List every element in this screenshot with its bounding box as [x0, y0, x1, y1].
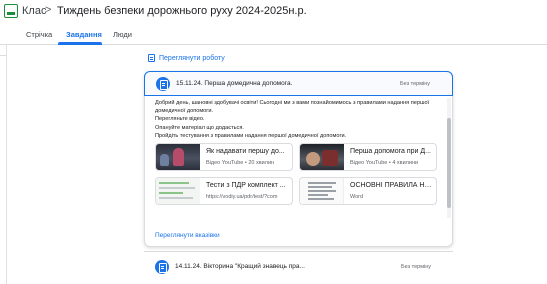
attachment-word-doc[interactable]: ОСНОВНІ ПРАВИЛА НА... Word: [299, 177, 437, 205]
description-line: Добрий день, шановні здобувачі освіти! С…: [155, 100, 430, 106]
assignment-row[interactable]: 14.11.24. Вікторина "Кращий знавець пра.…: [144, 251, 453, 281]
tab-bar: Стрічка Завдання Люди: [0, 24, 547, 45]
assignment-description: Добрий день, шановні здобувачі освіти! С…: [155, 99, 435, 140]
assignment-title[interactable]: 14.11.24. Вікторина "Кращий знавець пра.…: [175, 263, 305, 270]
attachment-title: Тести з ПДР комплект ...: [206, 182, 286, 189]
video-thumbnail: [300, 144, 344, 170]
chevron-right-icon: >: [45, 4, 52, 16]
document-thumbnail: [300, 178, 344, 204]
classroom-icon[interactable]: [4, 4, 18, 18]
course-title[interactable]: Тиждень безпеки дорожнього руху 2024-202…: [57, 5, 307, 17]
assignment-card-expanded: 15.11.24. Перша домедична допомога. Без …: [144, 71, 453, 247]
attachment-subtitle: https://vodiy.ua/pdr/test/?com: [206, 194, 278, 200]
tab-stream[interactable]: Стрічка: [26, 30, 52, 39]
attachment-title: Як надавати першу до...: [206, 148, 285, 155]
assignment-title[interactable]: 15.11.24. Перша домедична допомога.: [176, 80, 292, 87]
side-divider-tick: [0, 55, 6, 56]
active-tab-indicator: [58, 42, 102, 45]
assignment-icon: [156, 77, 170, 91]
description-line: домедичної допомоги.: [155, 108, 214, 115]
assignment-icon: [155, 260, 169, 274]
due-date: Без терміну: [401, 264, 431, 270]
attachment-subtitle: Відео YouTube • 4 хвилини: [350, 160, 419, 166]
scrollbar[interactable]: [447, 98, 451, 218]
attachment-link[interactable]: Тести з ПДР комплект ... https://vodiy.u…: [155, 177, 293, 205]
top-bar: Клас > Тиждень безпеки дорожнього руху 2…: [0, 0, 547, 24]
view-instructions-link[interactable]: Переглянути вказівки: [155, 232, 220, 239]
link-thumbnail: [156, 178, 200, 204]
attachment-subtitle: Відео YouTube • 20 хвилин: [206, 160, 275, 166]
attachment-video-2[interactable]: Перша допомога при Д... Відео YouTube • …: [299, 143, 437, 171]
view-work-link[interactable]: Переглянути роботу: [148, 54, 225, 62]
tab-people[interactable]: Люди: [113, 30, 132, 39]
assignment-header[interactable]: 15.11.24. Перша домедична допомога. Без …: [144, 71, 453, 96]
attachment-video-1[interactable]: Як надавати першу до... Відео YouTube • …: [155, 143, 293, 171]
side-divider: [6, 45, 7, 284]
attachment-subtitle: Word: [350, 194, 364, 200]
breadcrumb-class[interactable]: Клас: [22, 5, 46, 17]
tab-classwork[interactable]: Завдання: [66, 30, 102, 39]
view-work-label: Переглянути роботу: [159, 54, 225, 62]
assignment-icon: [148, 54, 155, 62]
due-date: Без терміну: [400, 81, 430, 87]
video-thumbnail: [156, 144, 200, 170]
description-line: Перегляньте відео.: [155, 116, 205, 123]
description-line: Опануйте матеріал що додається.: [155, 124, 244, 131]
scrollbar-thumb[interactable]: [447, 118, 451, 208]
attachment-title: Перша допомога при Д...: [350, 148, 431, 155]
attachment-title: ОСНОВНІ ПРАВИЛА НА...: [350, 182, 434, 189]
description-line: Пройдіть тестування з правилами надання …: [155, 132, 347, 139]
